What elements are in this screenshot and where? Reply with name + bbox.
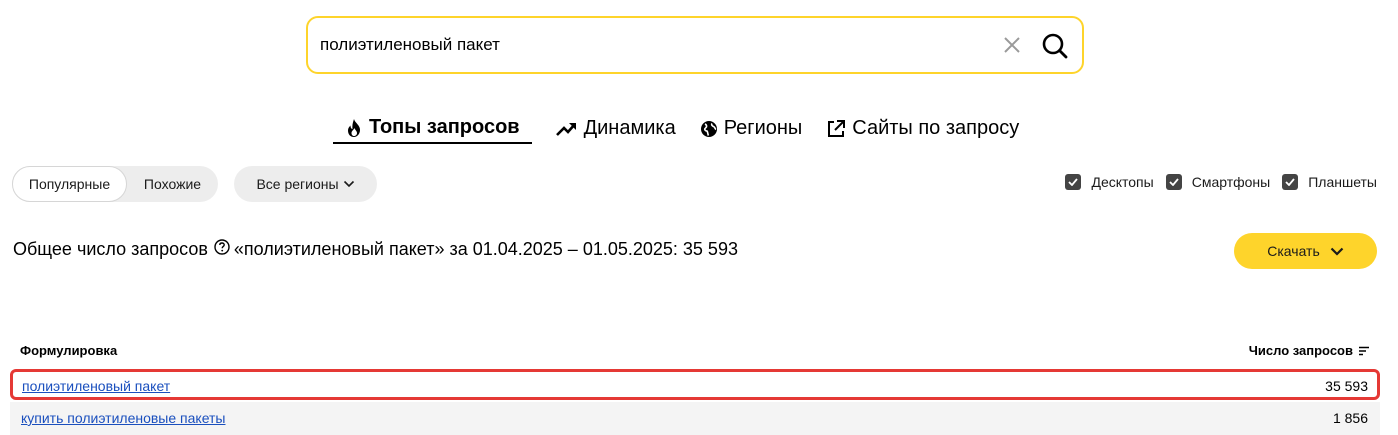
query-count: 1 856 bbox=[1332, 410, 1368, 426]
tablets-label: Планшеты bbox=[1308, 174, 1377, 190]
table-row: полиэтиленовый пакет 35 593 bbox=[10, 369, 1380, 400]
chevron-down-icon bbox=[343, 180, 354, 188]
checkmark-icon bbox=[1165, 174, 1182, 190]
tab-regions[interactable]: Регионы bbox=[700, 113, 803, 144]
download-label: Скачать bbox=[1267, 243, 1320, 259]
query-type-switch: Популярные Похожие bbox=[12, 166, 218, 202]
column-header-count-label: Число запросов bbox=[1248, 343, 1353, 358]
summary-prefix: Общее число запросов bbox=[13, 239, 208, 259]
tab-label: Топы запросов bbox=[369, 116, 520, 138]
table-row: купить полиэтиленовые пакеты 1 856 bbox=[10, 402, 1380, 435]
tab-label: Регионы bbox=[723, 117, 803, 139]
column-header-phrase: Формулировка bbox=[20, 343, 118, 358]
query-count: 35 593 bbox=[1325, 378, 1368, 394]
checkmark-icon bbox=[1282, 174, 1299, 190]
tab-label: Сайты по запросу bbox=[852, 117, 1020, 139]
summary-text: «полиэтиленовый пакет» за 01.04.2025 – 0… bbox=[233, 239, 738, 259]
search-box[interactable] bbox=[306, 16, 1084, 74]
device-filters: Десктопы Смартфоны Планшеты bbox=[1053, 174, 1377, 190]
regions-label: Все регионы bbox=[256, 176, 339, 192]
total-summary: Общее число запросов «полиэтиленовый пак… bbox=[13, 239, 738, 260]
query-link[interactable]: полиэтиленовый пакет bbox=[22, 378, 170, 394]
search-input[interactable] bbox=[320, 30, 980, 60]
popular-option[interactable]: Популярные bbox=[12, 166, 127, 202]
close-icon[interactable] bbox=[1002, 35, 1022, 55]
search-icon[interactable] bbox=[1041, 32, 1069, 60]
smartphones-checkbox[interactable]: Смартфоны bbox=[1165, 174, 1271, 190]
desktop-checkbox[interactable]: Десктопы bbox=[1065, 174, 1154, 190]
view-tabs: Топы запросов Динамика Регионы Сайты по … bbox=[333, 113, 1043, 145]
regions-dropdown[interactable]: Все регионы bbox=[234, 166, 377, 202]
tab-top-queries[interactable]: Топы запросов bbox=[333, 113, 532, 144]
tab-sites[interactable]: Сайты по запросу bbox=[826, 113, 1019, 144]
smartphones-label: Смартфоны bbox=[1191, 174, 1271, 190]
external-link-icon bbox=[828, 119, 846, 137]
sort-icon bbox=[1359, 346, 1369, 355]
similar-option[interactable]: Похожие bbox=[127, 166, 218, 202]
column-header-count[interactable]: Число запросов bbox=[1249, 343, 1370, 358]
query-link[interactable]: купить полиэтиленовые пакеты bbox=[21, 410, 226, 426]
tab-dynamics[interactable]: Динамика bbox=[555, 113, 676, 144]
tablets-checkbox[interactable]: Планшеты bbox=[1282, 174, 1377, 190]
download-button[interactable]: Скачать bbox=[1234, 233, 1377, 269]
trend-icon bbox=[555, 122, 576, 136]
chevron-down-icon bbox=[1330, 247, 1344, 256]
help-icon[interactable] bbox=[214, 239, 230, 260]
globe-icon bbox=[700, 120, 717, 137]
checkmark-icon bbox=[1065, 174, 1082, 190]
desktop-label: Десктопы bbox=[1091, 174, 1154, 190]
flame-icon bbox=[348, 118, 360, 137]
tab-label: Динамика bbox=[583, 117, 676, 139]
